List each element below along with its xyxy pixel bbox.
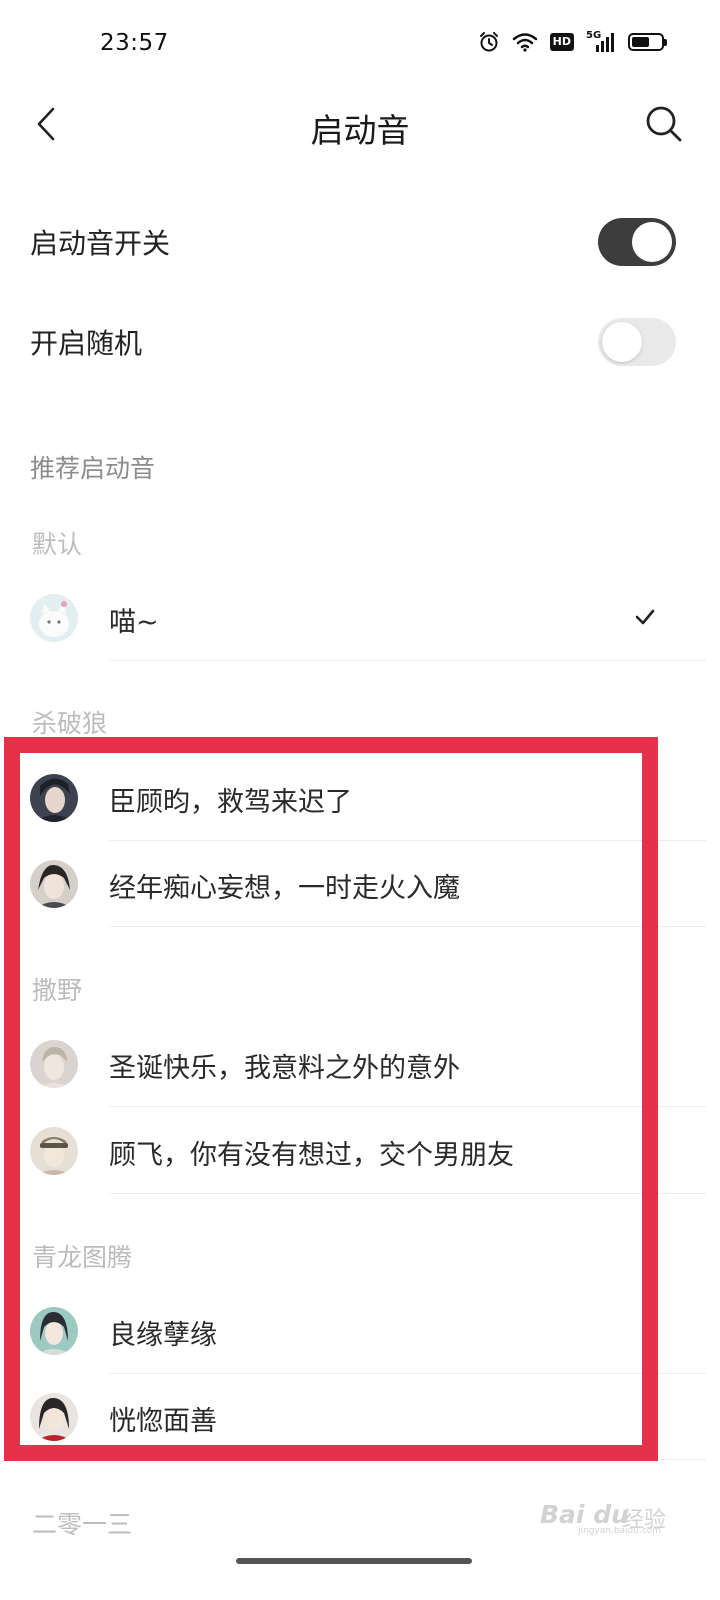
watermark-brand: Bai du: [540, 1500, 629, 1529]
random-switch-label: 开启随机: [30, 327, 143, 360]
divider: [109, 1459, 706, 1460]
sound-item-huang-hu[interactable]: 恍惚面善: [0, 1374, 720, 1460]
divider: [109, 1106, 706, 1107]
sound-item-liang-yuan[interactable]: 良缘孽缘: [0, 1288, 720, 1374]
toggle-knob: [632, 222, 672, 262]
toggle-knob: [602, 322, 642, 362]
sound-item-label: 圣诞快乐，我意料之外的意外: [109, 1053, 460, 1084]
avatar: [30, 860, 78, 908]
search-icon: [646, 106, 682, 142]
battery-icon: [628, 33, 667, 51]
avatar: [30, 1040, 78, 1088]
divider: [109, 1193, 706, 1194]
alarm-icon: [479, 32, 498, 52]
search-button[interactable]: [642, 102, 686, 146]
random-toggle[interactable]: [598, 318, 676, 366]
group-title-sa-ye: 撒野: [32, 976, 83, 1005]
sound-item-label: 恍惚面善: [109, 1406, 217, 1437]
status-time: 23:57: [100, 30, 169, 56]
avatar: [30, 1127, 78, 1175]
divider: [109, 926, 706, 927]
sound-item-label: 良缘孽缘: [109, 1320, 217, 1351]
divider: [109, 660, 706, 661]
sound-item-gu-fei[interactable]: 顾飞，你有没有想过，交个男朋友: [0, 1108, 720, 1194]
hd-icon: HD: [549, 33, 574, 51]
startup-sound-setting-row: 启动音开关: [0, 198, 720, 288]
battery-level-fill: [632, 37, 649, 47]
group-title-er-ling-yi-san: 二零一三: [32, 1510, 133, 1539]
wifi-icon: [512, 33, 537, 52]
avatar: [30, 594, 78, 642]
avatar: [30, 1307, 78, 1355]
sound-item-merry-christmas[interactable]: 圣诞快乐，我意料之外的意外: [0, 1021, 720, 1107]
sound-item-jing-nian[interactable]: 经年痴心妄想，一时走火入魔: [0, 841, 720, 927]
sound-item-label: 喵~: [109, 607, 159, 638]
startup-sound-switch-label: 启动音开关: [30, 227, 171, 260]
page-title: 启动音: [310, 111, 410, 150]
group-title-sha-po-lang: 杀破狼: [32, 709, 108, 738]
baidu-jingyan-watermark: Bai du 经验 jingyan.baidu.com: [540, 1490, 675, 1536]
watermark-sub: jingyan.baidu.com: [578, 1526, 662, 1536]
avatar: [30, 774, 78, 822]
home-indicator[interactable]: [236, 1558, 472, 1564]
signal-5g-icon: 5G: [586, 30, 616, 53]
sound-item-label: 经年痴心妄想，一时走火入魔: [109, 873, 460, 904]
status-bar: 23:57 HD 5G: [0, 0, 720, 90]
recommended-section-title: 推荐启动音: [30, 454, 156, 483]
sound-item-gu-yun[interactable]: 臣顾昀，救驾来迟了: [0, 755, 720, 841]
startup-sound-toggle[interactable]: [598, 218, 676, 266]
avatar: [30, 1393, 78, 1441]
sound-item-label: 臣顾昀，救驾来迟了: [109, 787, 352, 818]
group-title-default: 默认: [32, 530, 83, 559]
group-title-qing-long-tu-teng: 青龙图腾: [32, 1243, 133, 1272]
sound-item-label: 顾飞，你有没有想过，交个男朋友: [109, 1140, 514, 1171]
check-icon: [635, 609, 655, 625]
top-app-bar: 启动音: [0, 90, 720, 160]
random-setting-row: 开启随机: [0, 298, 720, 388]
sound-item-meow[interactable]: 喵~: [0, 575, 720, 661]
status-icons: HD 5G: [478, 30, 667, 53]
